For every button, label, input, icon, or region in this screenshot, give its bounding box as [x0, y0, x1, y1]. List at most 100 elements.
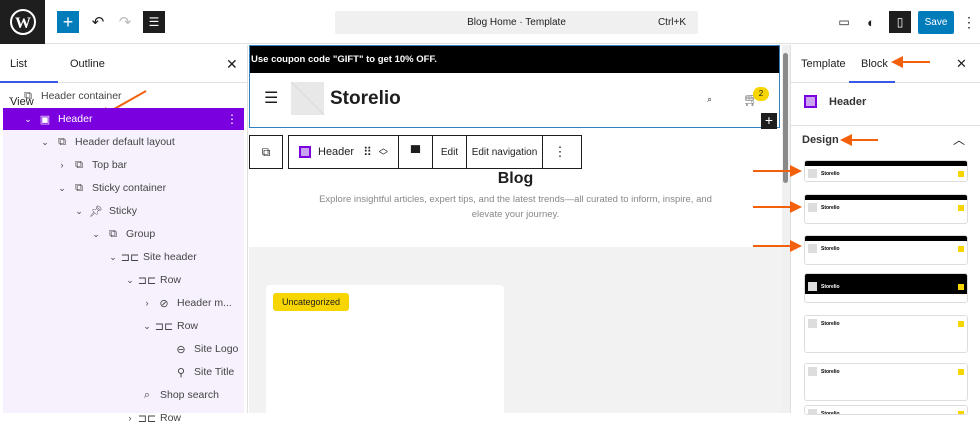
category-badge[interactable]: Uncategorized: [273, 293, 350, 311]
cart-badge: [958, 245, 964, 252]
add-block-inline-button[interactable]: +: [761, 113, 777, 129]
move-arrows-icon[interactable]: ︿ ﹀: [379, 144, 388, 161]
header-pattern-preview[interactable]: Storelio: [804, 235, 968, 265]
posts-area: Uncategorized: [249, 247, 782, 413]
list-view-item-label: Site Logo: [194, 343, 239, 355]
list-view-item-label: Sticky container: [92, 182, 167, 194]
list-view-item[interactable]: ⌄ ⧉ Group: [0, 223, 155, 245]
chevron-right-icon[interactable]: ›: [141, 298, 153, 308]
header-pattern-preview[interactable]: Storelio: [804, 405, 968, 415]
list-view-item[interactable]: ⊖ Site Logo: [0, 338, 238, 360]
chevron-right-icon[interactable]: ›: [56, 160, 68, 170]
drag-handle-icon[interactable]: ⠿: [363, 145, 372, 159]
canvas-scrollbar[interactable]: [782, 45, 790, 413]
preview-site-title: Storelio: [821, 320, 840, 327]
preview-device-icon[interactable]: ▭: [835, 13, 853, 31]
list-view-item[interactable]: ⌄ ⧉ Header default layout: [0, 131, 175, 153]
list-view-item-label: Site header: [143, 251, 197, 263]
search-icon[interactable]: ⌕: [707, 94, 712, 105]
list-view-item[interactable]: ⌄ ▣ Header ⋮: [3, 108, 244, 130]
edit-button[interactable]: Edit: [433, 136, 467, 168]
header-pattern-preview[interactable]: Storelio: [804, 315, 968, 353]
list-view-item[interactable]: › ⧉ Top bar: [0, 154, 128, 176]
map-pin-icon: ⚲: [176, 366, 186, 379]
list-view-item[interactable]: › ⊐⊏ Row: [0, 407, 182, 429]
list-view-item[interactable]: ⌄ ⊐⊏ Row: [0, 315, 198, 337]
list-view-item[interactable]: ⚲ Site Title: [0, 361, 234, 383]
menu-icon[interactable]: ☰: [264, 88, 278, 108]
site-title[interactable]: Storelio: [330, 88, 401, 110]
list-view-item[interactable]: ⌄ ⊐⊏ Row: [0, 269, 181, 291]
chevron-right-icon[interactable]: ›: [124, 413, 136, 423]
alignment-icon[interactable]: ▀: [399, 136, 433, 168]
style-contrast-icon[interactable]: ◐: [862, 13, 880, 31]
group-icon: ⧉: [58, 135, 66, 148]
chevron-down-icon[interactable]: ⌄: [56, 183, 68, 194]
tab-block[interactable]: Block: [849, 45, 895, 83]
add-block-button[interactable]: +: [57, 11, 79, 33]
cart-badge: [958, 320, 964, 327]
options-icon[interactable]: ⋮: [226, 112, 238, 126]
options-menu-icon[interactable]: ⋮: [962, 11, 976, 33]
cart-count-badge: 2: [753, 87, 769, 101]
logo-placeholder: [808, 244, 817, 253]
header-pattern-preview[interactable]: Storelio: [804, 273, 968, 303]
cart-badge: [958, 368, 964, 375]
select-parent-button[interactable]: ⧉: [249, 135, 283, 169]
list-view-item[interactable]: ⌄ 📌︎ Sticky: [0, 200, 137, 222]
editor-canvas[interactable]: Use coupon code "GIFT" to get 10% OFF. ☰…: [249, 45, 782, 413]
chevron-up-icon[interactable]: ︿: [953, 131, 965, 148]
chevron-down-icon[interactable]: ⌄: [73, 206, 85, 217]
header-pattern-preview[interactable]: Storelio: [804, 160, 968, 182]
logo-icon: ⊖: [176, 343, 186, 356]
settings-sidebar: Template Block ✕ Header Design ︿ Storeli…: [790, 45, 980, 415]
redo-icon[interactable]: ↷: [115, 11, 135, 33]
cart-badge: [958, 170, 964, 177]
chevron-down-icon[interactable]: ⌄: [22, 114, 34, 125]
header-pattern-preview[interactable]: Storelio: [804, 194, 968, 224]
list-view-item-label: Row: [160, 274, 182, 286]
close-icon[interactable]: ✕: [956, 45, 967, 83]
list-view-item[interactable]: ⌄ ⊐⊏ Site header: [0, 246, 197, 268]
close-icon[interactable]: ✕: [226, 45, 238, 83]
edit-navigation-button[interactable]: Edit navigation: [467, 136, 543, 168]
more-options-icon[interactable]: ⋮: [543, 136, 577, 168]
chevron-down-icon[interactable]: ⌄: [107, 252, 119, 263]
tab-outline[interactable]: Outline: [70, 45, 105, 83]
logo-placeholder: [808, 319, 817, 328]
top-toolbar: W + ↶ ↷ ☰ Blog Home · Template Ctrl+K ▭ …: [0, 0, 980, 44]
blog-heading: Blog: [497, 170, 534, 187]
tab-list-view[interactable]: List View: [0, 45, 58, 108]
design-section-title[interactable]: Design: [802, 134, 839, 146]
document-overview-button[interactable]: ☰: [143, 11, 165, 33]
chevron-down-icon[interactable]: ⌄: [5, 91, 17, 102]
row-icon: ⊐⊏: [120, 251, 140, 264]
undo-icon[interactable]: ↶: [88, 11, 108, 33]
post-card[interactable]: Uncategorized: [266, 285, 504, 413]
block-name: Header: [318, 146, 355, 158]
list-view-item-label: Header m...: [177, 297, 232, 309]
chevron-down-icon[interactable]: ⌄: [141, 321, 153, 332]
logo-placeholder: [808, 203, 817, 212]
selected-header-block[interactable]: Use coupon code "GIFT" to get 10% OFF. ☰…: [249, 45, 780, 128]
tab-template[interactable]: Template: [801, 45, 846, 83]
chevron-down-icon[interactable]: ⌄: [90, 229, 102, 240]
list-view-item[interactable]: ⌄ ⧉ Header container: [0, 85, 121, 107]
list-view-item[interactable]: ⌕ Shop search: [0, 384, 219, 406]
coupon-bar: Use coupon code "GIFT" to get 10% OFF.: [250, 46, 779, 73]
list-view-item[interactable]: › ⊘ Header m...: [0, 292, 232, 314]
group-icon: ⧉: [75, 181, 83, 194]
site-logo-placeholder[interactable]: [291, 82, 324, 115]
settings-sidebar-toggle[interactable]: ▯: [889, 11, 911, 33]
wordpress-logo-button[interactable]: W: [0, 0, 45, 44]
save-button[interactable]: Save: [918, 11, 954, 34]
header-pattern-preview[interactable]: Storelio: [804, 363, 968, 401]
chevron-down-icon[interactable]: ⌄: [124, 275, 136, 286]
command-palette[interactable]: Blog Home · Template Ctrl+K: [335, 11, 698, 34]
list-view-item[interactable]: ⌄ ⧉ Sticky container: [0, 177, 166, 199]
block-type-switcher[interactable]: Header ⠿ ︿ ﹀: [289, 136, 399, 168]
shortcut-hint: Ctrl+K: [657, 17, 686, 28]
logo-placeholder: [808, 409, 817, 414]
chevron-down-icon[interactable]: ⌄: [39, 137, 51, 148]
preview-site-title: Storelio: [821, 204, 840, 211]
